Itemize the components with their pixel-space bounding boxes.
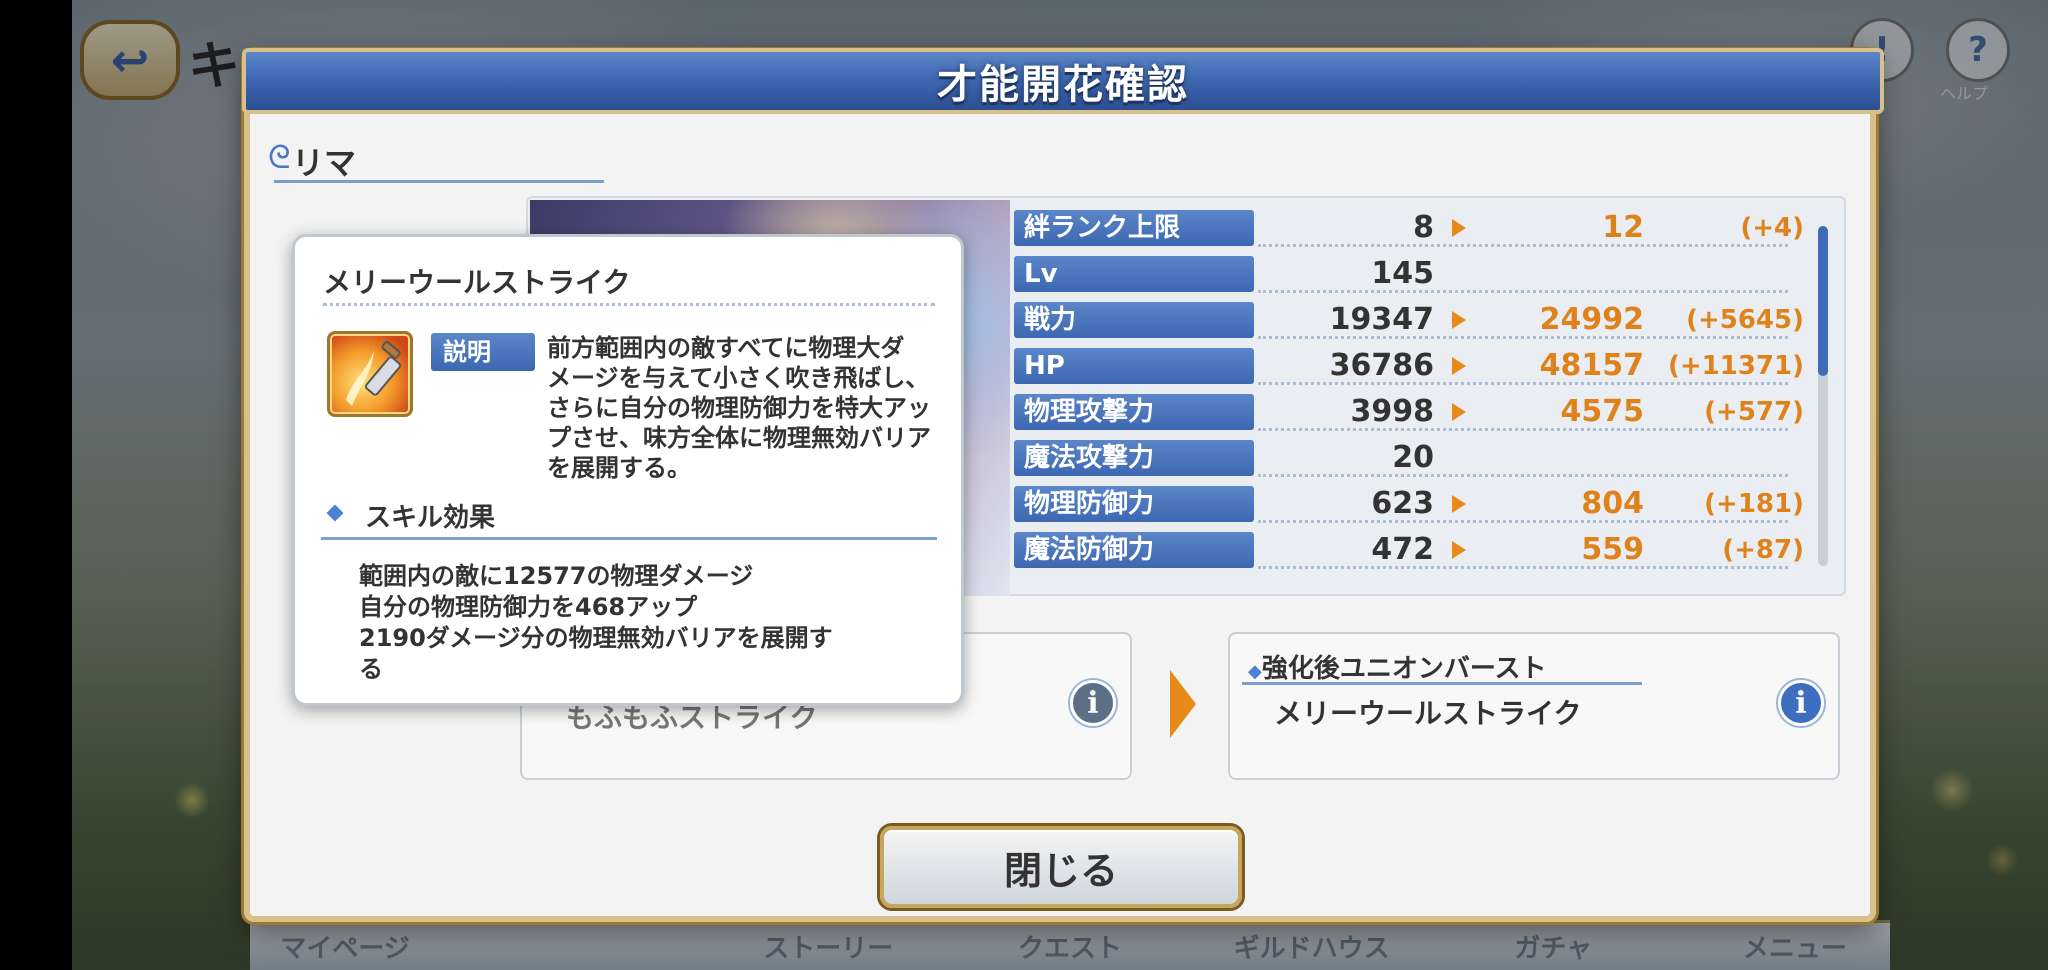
character-name: リマ (292, 144, 357, 182)
stat-arrow-icon (1452, 495, 1466, 513)
stat-base-value: 36786 (1329, 348, 1434, 383)
stat-diff-value: (+4) (1740, 213, 1804, 243)
stat-base-value: 19347 (1329, 302, 1434, 337)
union-burst-after-box: ◆強化後ユニオンバースト メリーウールストライク i (1228, 632, 1840, 780)
stat-arrow-icon (1452, 219, 1466, 237)
stat-diff-value: (+577) (1704, 397, 1804, 427)
skill-effect-heading: スキル効果 (365, 503, 496, 533)
stat-new-value: 24992 (1539, 302, 1644, 337)
stat-label: 戦力 (1014, 302, 1254, 338)
skill-sword-icon (327, 331, 413, 417)
stat-label: 物理防御力 (1014, 486, 1254, 522)
stat-new-value: 48157 (1539, 348, 1644, 383)
stat-new-value: 559 (1581, 532, 1644, 567)
stat-row: 絆ランク上限 8 12 (+4) (1014, 210, 1804, 247)
union-burst-after-heading: ◆強化後ユニオンバースト (1248, 654, 1547, 684)
stats-scrollbar[interactable] (1818, 226, 1828, 566)
stat-arrow-icon (1452, 311, 1466, 329)
stat-base-value: 8 (1413, 210, 1434, 245)
stat-base-value: 472 (1371, 532, 1434, 567)
skill-title: メリーウールストライク (323, 266, 631, 299)
stat-diff-value: (+181) (1704, 489, 1804, 519)
stat-diff-value: (+87) (1722, 535, 1804, 565)
close-button[interactable]: 閉じる (880, 826, 1242, 908)
stat-new-value: 12 (1602, 210, 1644, 245)
stat-label: 絆ランク上限 (1014, 210, 1254, 246)
dialog-title: 才能開花確認 (937, 62, 1189, 108)
stat-base-value: 20 (1392, 440, 1434, 475)
diamond-bullet-icon (326, 504, 344, 522)
stat-base-value: 3998 (1350, 394, 1435, 429)
character-name-underline (274, 180, 604, 183)
stat-diff-value: (+5645) (1686, 305, 1804, 335)
description-tag: 説明 (431, 333, 535, 371)
stat-label: 物理攻撃力 (1014, 394, 1254, 430)
skill-title-divider (323, 303, 935, 306)
stat-arrow-icon (1452, 541, 1466, 559)
union-burst-after-name: メリーウールストライク (1274, 697, 1582, 730)
stat-label: HP (1014, 348, 1254, 384)
dialog-header: 才能開花確認 (242, 48, 1884, 114)
stat-label: 魔法防御力 (1014, 532, 1254, 568)
stat-arrow-icon (1452, 357, 1466, 375)
stat-row: 物理攻撃力 3998 4575 (+577) (1014, 394, 1804, 431)
stat-row: 戦力 19347 24992 (+5645) (1014, 302, 1804, 339)
stat-new-value: 4575 (1560, 394, 1645, 429)
skill-effect-underline (321, 537, 937, 540)
stats-scrollbar-thumb[interactable] (1818, 226, 1828, 376)
stat-row: Lv 145 (1014, 256, 1794, 293)
stat-diff-value: (+11371) (1667, 351, 1804, 381)
stat-row: 物理防御力 623 804 (+181) (1014, 486, 1804, 523)
info-icon[interactable]: i (1070, 680, 1116, 726)
skill-effect-text: 範囲内の敵に12577の物理ダメージ 自分の物理防御力を468アップ 2190ダ… (359, 562, 833, 683)
skill-detail-popup: メリーウールストライク 説明 前方範囲内の敵すべてに物理大ダ メージを与えて小さ… (292, 234, 964, 706)
stat-label: Lv (1014, 256, 1254, 292)
stat-row: 魔法防御力 472 559 (+87) (1014, 532, 1804, 569)
stat-arrow-icon (1452, 403, 1466, 421)
upgrade-arrow-icon (1170, 670, 1196, 738)
stat-base-value: 623 (1371, 486, 1434, 521)
union-burst-heading-underline (1242, 682, 1642, 685)
skill-description: 前方範囲内の敵すべてに物理大ダ メージを与えて小さく吹き飛ばし、 さらに自分の物… (547, 334, 931, 482)
info-icon[interactable]: i (1778, 680, 1824, 726)
stat-row: 魔法攻撃力 20 (1014, 440, 1794, 477)
stat-base-value: 145 (1371, 256, 1434, 291)
stat-row: HP 36786 48157 (+11371) (1014, 348, 1804, 385)
stat-label: 魔法攻撃力 (1014, 440, 1254, 476)
stat-new-value: 804 (1581, 486, 1644, 521)
